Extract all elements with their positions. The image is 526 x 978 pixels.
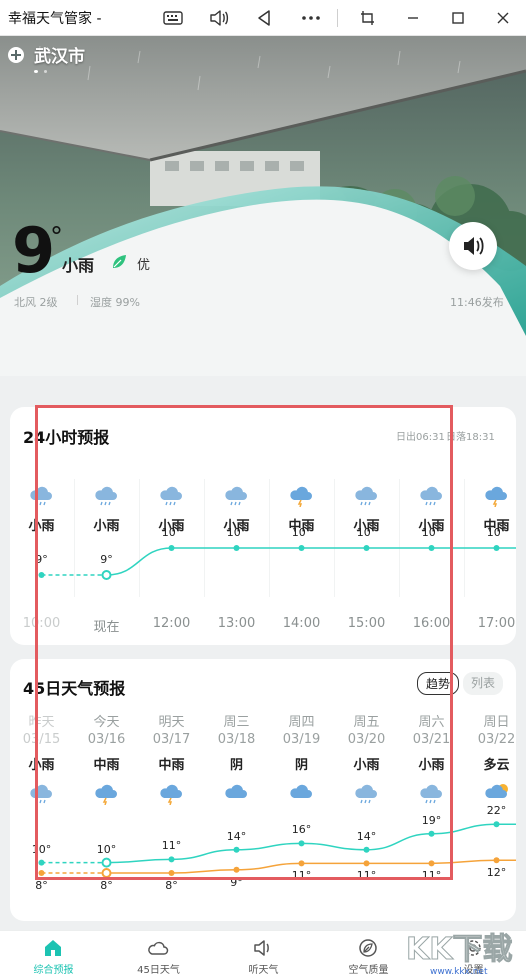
daily-point xyxy=(168,870,175,876)
daily-point xyxy=(363,860,370,867)
nav-label: 45日天气 xyxy=(137,965,180,976)
hourly-point xyxy=(101,570,112,580)
daily-point xyxy=(168,856,175,863)
window-titlebar: 幸福天气管家 - xyxy=(0,0,526,36)
current-temperature: 9 xyxy=(12,214,55,287)
daily-point xyxy=(298,860,305,867)
back-icon[interactable] xyxy=(251,6,277,30)
close-icon[interactable] xyxy=(490,6,516,30)
titlebar-divider xyxy=(337,9,338,27)
daily-point xyxy=(428,860,435,867)
weather-hero: 武汉市 9 ° 小雨 优 北风 2级 湿度 99% 11:46发布 xyxy=(0,36,526,376)
hourly-point xyxy=(298,545,305,551)
keyboard-icon[interactable] xyxy=(160,6,186,30)
leaf-outline-icon xyxy=(357,937,379,959)
publish-time: 11:46发布 xyxy=(450,296,504,309)
app-title: 幸福天气管家 - xyxy=(8,10,102,27)
daily-high-curve xyxy=(106,823,516,864)
daily-point xyxy=(38,859,45,866)
speaker-outline-icon xyxy=(252,937,274,959)
nav-item[interactable]: 听天气 xyxy=(211,931,316,978)
daily-point xyxy=(493,821,500,828)
daily-point xyxy=(233,866,240,873)
watermark-text: KK下载 xyxy=(406,932,513,967)
hourly-point xyxy=(38,572,45,578)
speak-weather-button[interactable] xyxy=(449,222,497,270)
city-selector[interactable]: 武汉市 xyxy=(8,42,85,67)
daily-point xyxy=(233,846,240,853)
nav-item[interactable]: 综合预报 xyxy=(1,931,106,978)
daily-point xyxy=(298,840,305,847)
daily-point xyxy=(428,830,435,837)
city-name[interactable]: 武汉市 xyxy=(34,42,85,67)
nav-label: 综合预报 xyxy=(33,965,74,976)
current-condition: 小雨 xyxy=(62,256,95,275)
home-icon xyxy=(42,937,64,959)
add-city-icon[interactable] xyxy=(8,46,24,63)
daily-point xyxy=(101,857,112,868)
minimize-icon[interactable] xyxy=(400,6,426,30)
screenshot-icon[interactable] xyxy=(355,6,381,30)
hourly-forecast-card: 24小时预报 日出06:31 日落18:31 小雨 9° 10:00 小雨 9° 现在 小雨… xyxy=(10,407,516,645)
air-quality-label[interactable]: 优 xyxy=(137,254,150,273)
watermark-url: www.kkx.net xyxy=(430,967,488,977)
maximize-icon[interactable] xyxy=(445,6,471,30)
speaker-icon xyxy=(464,237,484,255)
hourly-point xyxy=(363,545,370,551)
cloud-outline-icon xyxy=(147,937,169,959)
forecast-45-card: 45日天气预报 趋势 列表 昨天 03/15 小雨 10° 8° 今天 03/16 中雨 10°… xyxy=(10,659,516,921)
humidity-info: 湿度 99% xyxy=(90,296,140,309)
daily-low-curve xyxy=(106,859,516,874)
daily-point xyxy=(363,846,370,853)
page-indicator xyxy=(34,70,47,73)
degree-symbol: ° xyxy=(50,222,63,252)
rainy-background-image xyxy=(0,36,526,376)
hourly-point xyxy=(493,545,500,551)
daily-temperature-lines xyxy=(38,821,516,878)
info-divider xyxy=(77,295,78,305)
leaf-icon xyxy=(110,253,128,275)
volume-icon[interactable] xyxy=(206,6,232,30)
hourly-point xyxy=(168,545,175,551)
hourly-temperature-line xyxy=(38,545,516,580)
wind-info: 北风 2级 xyxy=(14,296,58,309)
nav-label: 听天气 xyxy=(248,965,279,976)
kk-watermark: KK下载 www.kkx.net xyxy=(400,924,526,978)
hourly-temp-curve xyxy=(106,547,516,576)
daily-point xyxy=(101,868,112,878)
daily-point xyxy=(493,857,500,864)
hourly-point xyxy=(233,545,240,551)
nav-item[interactable]: 45日天气 xyxy=(106,931,211,978)
more-icon[interactable] xyxy=(298,6,324,30)
hourly-point xyxy=(428,545,435,551)
daily-point xyxy=(38,870,45,876)
